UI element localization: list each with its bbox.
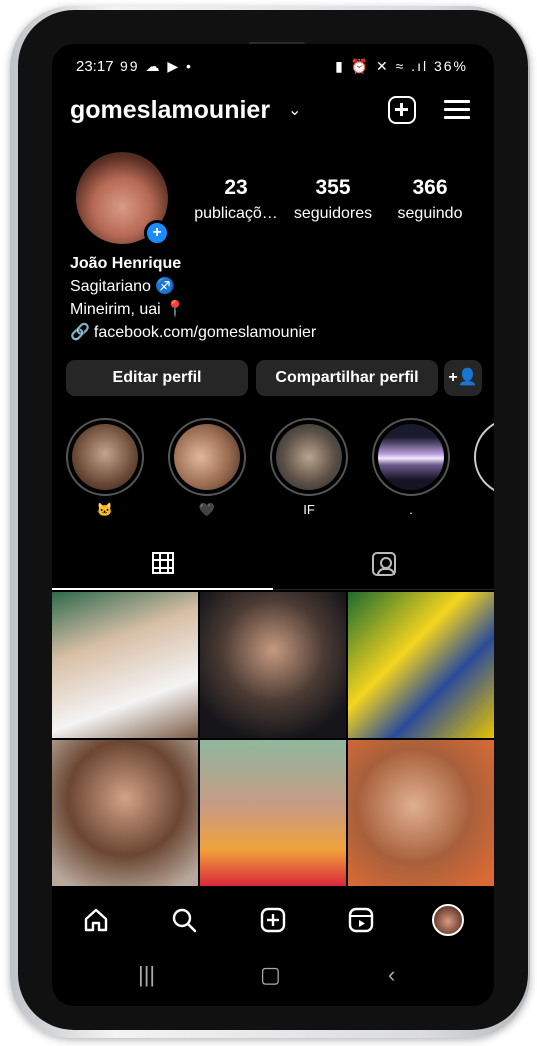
link-icon: 🔗 <box>70 324 90 341</box>
discover-people-button[interactable]: +👤 <box>444 360 482 396</box>
stat-posts[interactable]: 23 publicaçõ… <box>188 176 284 223</box>
hamburger-menu-icon[interactable] <box>444 96 472 124</box>
add-person-icon: +👤 <box>448 369 478 386</box>
screen: 23:17 99 ☁ ▶ • ▮ ⏰ ✕ ≈ .ıl 36% gomeslamo… <box>52 44 494 1006</box>
system-icons: ▮ ⏰ ✕ ≈ .ıl 36% <box>335 58 468 75</box>
post-thumbnail[interactable] <box>200 740 346 886</box>
following-label: seguindo <box>397 205 463 222</box>
highlight-item[interactable]: . <box>372 418 450 517</box>
status-bar: 23:17 99 ☁ ▶ • ▮ ⏰ ✕ ≈ .ıl 36% <box>52 56 494 78</box>
highlight-item[interactable]: IF <box>270 418 348 517</box>
stat-followers[interactable]: 355 seguidores <box>285 176 381 223</box>
tab-tagged[interactable] <box>273 538 494 590</box>
search-icon[interactable] <box>168 904 200 936</box>
recent-apps-icon[interactable]: ||| <box>138 962 155 988</box>
bio-line-2: Mineirim, uai 📍 <box>70 301 186 318</box>
post-thumbnail[interactable] <box>200 592 346 738</box>
edit-profile-button[interactable]: Editar perfil <box>66 360 248 396</box>
notification-icons: 99 ☁ ▶ • <box>120 58 193 74</box>
bio-line-1: Sagitariano ♐ <box>70 278 176 295</box>
posts-grid <box>52 592 494 888</box>
grid-icon <box>151 552 174 574</box>
following-count: 366 <box>412 176 448 199</box>
highlight-item[interactable]: I <box>474 418 494 517</box>
tagged-person-icon <box>371 552 396 576</box>
stat-following[interactable]: 366 seguindo <box>382 176 478 223</box>
profile-header: gomeslamounier ⌄ <box>70 94 480 130</box>
share-profile-button[interactable]: Compartilhar perfil <box>256 360 438 396</box>
highlight-label: IF <box>303 502 315 517</box>
username-switcher[interactable]: gomeslamounier <box>70 96 270 125</box>
profile-avatar[interactable]: + <box>76 152 170 246</box>
followers-count: 355 <box>315 176 351 199</box>
highlight-label: I <box>474 502 494 517</box>
post-thumbnail[interactable] <box>348 592 494 738</box>
add-story-icon[interactable]: + <box>144 220 170 246</box>
highlight-label: 🐱 <box>96 502 114 517</box>
bottom-navigation <box>52 892 494 948</box>
post-thumbnail[interactable] <box>348 740 494 886</box>
highlight-label: 🖤 <box>198 502 216 517</box>
chevron-down-icon[interactable]: ⌄ <box>288 100 301 120</box>
home-icon[interactable] <box>80 904 112 936</box>
status-time: 23:17 <box>76 58 114 75</box>
bio-link-text[interactable]: facebook.com/gomeslamounier <box>94 321 316 344</box>
story-highlights: 🐱 🖤 IF . I <box>66 418 494 518</box>
highlight-label: . <box>409 502 413 517</box>
reels-icon[interactable] <box>345 904 377 936</box>
system-navigation: ||| ▢ ‹ <box>52 952 494 1002</box>
profile-tab-avatar[interactable] <box>432 904 464 936</box>
bio-link[interactable]: 🔗 facebook.com/gomeslamounier <box>70 321 316 344</box>
posts-label: publicaçõ… <box>194 205 278 222</box>
system-status-icons: ▮ ⏰ ✕ ≈ .ıl <box>335 58 429 74</box>
back-icon[interactable]: ‹ <box>388 962 395 988</box>
create-post-icon[interactable] <box>388 96 416 124</box>
post-thumbnail[interactable] <box>52 740 198 886</box>
profile-tabs <box>52 538 494 590</box>
bio: João Henrique Sagitariano ♐ Mineirim, ua… <box>70 252 316 344</box>
home-button-icon[interactable]: ▢ <box>260 962 281 988</box>
post-thumbnail[interactable] <box>52 592 198 738</box>
posts-count: 23 <box>224 176 248 199</box>
highlight-item[interactable]: 🖤 <box>168 418 246 518</box>
profile-name: João Henrique <box>70 255 182 272</box>
battery-percent: 36% <box>433 58 468 74</box>
highlight-item[interactable]: 🐱 <box>66 418 144 518</box>
tab-posts-grid[interactable] <box>52 538 273 590</box>
create-icon[interactable] <box>257 904 289 936</box>
followers-label: seguidores <box>293 205 373 222</box>
